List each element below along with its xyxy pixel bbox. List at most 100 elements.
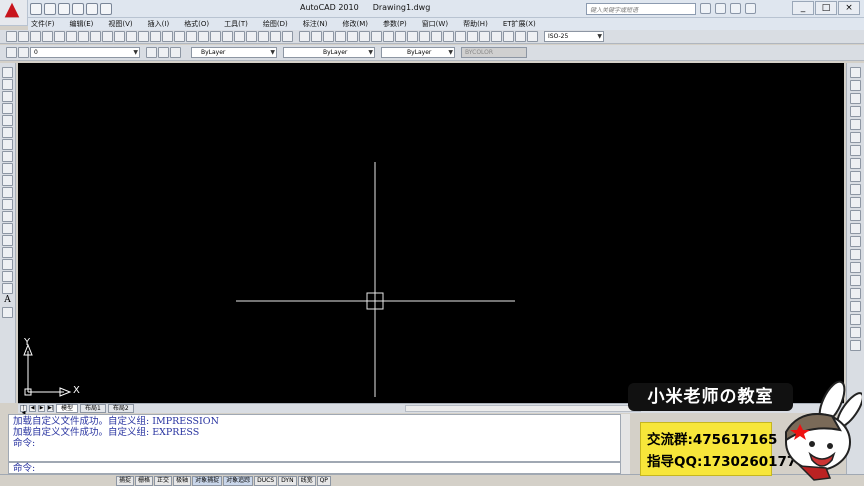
inspect-icon[interactable] <box>479 31 490 42</box>
polyline-icon[interactable] <box>2 91 13 102</box>
rectangle-icon[interactable] <box>2 115 13 126</box>
dim-angular-icon[interactable] <box>383 31 394 42</box>
save-icon[interactable] <box>58 3 70 15</box>
zoom-previous-icon[interactable] <box>210 31 221 42</box>
pan-icon[interactable] <box>174 31 185 42</box>
dim-text-edit-icon[interactable] <box>515 31 526 42</box>
insert-block-icon[interactable] <box>2 199 13 210</box>
minimize-button[interactable]: _ <box>792 1 814 15</box>
zoom-realtime-icon[interactable] <box>186 31 197 42</box>
maximize-button[interactable]: □ <box>815 1 837 15</box>
menu-item-9[interactable]: 参数(P) <box>380 19 419 29</box>
join-icon[interactable] <box>850 236 861 247</box>
layer-dropdown[interactable]: 0 ▼ <box>30 47 140 58</box>
save-icon[interactable] <box>30 31 41 42</box>
menu-item-8[interactable]: 修改(M) <box>339 19 380 29</box>
status-toggle-5[interactable]: 对象追踪 <box>223 475 254 486</box>
copy-icon[interactable] <box>102 31 113 42</box>
menu-item-10[interactable]: 窗口(W) <box>419 19 460 29</box>
menu-item-11[interactable]: 帮助(H) <box>460 19 500 29</box>
break-icon[interactable] <box>443 31 454 42</box>
explode-icon[interactable] <box>850 275 861 286</box>
construction-line-icon[interactable] <box>2 79 13 90</box>
line-icon[interactable] <box>2 67 13 78</box>
offset-icon[interactable] <box>850 106 861 117</box>
dim-radius-icon[interactable] <box>347 31 358 42</box>
calculator-icon[interactable] <box>282 31 293 42</box>
dim-jogged-icon[interactable] <box>359 31 370 42</box>
layer-previous-icon[interactable] <box>158 47 169 58</box>
express-tools-icon[interactable] <box>850 340 861 351</box>
markup-icon[interactable] <box>270 31 281 42</box>
status-toggle-1[interactable]: 栅格 <box>135 475 154 486</box>
status-toggle-8[interactable]: 线宽 <box>297 475 316 486</box>
erase-icon[interactable] <box>850 67 861 78</box>
revision-cloud-icon[interactable] <box>2 151 13 162</box>
new-icon[interactable] <box>6 31 17 42</box>
table-icon[interactable] <box>2 271 13 282</box>
block-editor-icon[interactable] <box>138 31 149 42</box>
plot-icon[interactable] <box>42 31 53 42</box>
add-selected-icon[interactable] <box>2 307 13 318</box>
lineweight-dropdown[interactable]: ByLayer ▼ <box>381 47 455 58</box>
drawing-canvas[interactable]: Y X <box>18 63 844 403</box>
quick-dim-icon[interactable] <box>395 31 406 42</box>
menu-item-12[interactable]: ET扩展(X) <box>500 19 548 29</box>
preview-icon[interactable] <box>54 31 65 42</box>
layer-walk-icon[interactable] <box>850 314 861 325</box>
scale-icon[interactable] <box>850 158 861 169</box>
plot-icon[interactable] <box>100 3 112 15</box>
properties-panel-icon[interactable] <box>850 301 861 312</box>
communication-center-icon[interactable] <box>715 3 726 14</box>
trim-icon[interactable] <box>850 184 861 195</box>
tool-palettes-icon[interactable] <box>246 31 257 42</box>
linetype-dropdown[interactable]: ByLayer ▼ <box>283 47 375 58</box>
new-file-icon[interactable] <box>30 3 42 15</box>
chamfer-icon[interactable] <box>850 249 861 260</box>
properties-icon[interactable] <box>222 31 233 42</box>
status-toggle-0[interactable]: 捕捉 <box>116 475 135 486</box>
break-at-point-icon[interactable] <box>850 210 861 221</box>
menu-item-5[interactable]: 工具(T) <box>221 19 260 29</box>
tab-nav-button-2[interactable]: ▶ <box>38 405 45 412</box>
tab-nav-button-1[interactable]: ◀ <box>29 405 36 412</box>
menu-item-7[interactable]: 标注(N) <box>300 19 340 29</box>
search-input[interactable]: 键入关键字或短语 <box>586 3 696 15</box>
dim-arc-icon[interactable] <box>323 31 334 42</box>
stretch-icon[interactable] <box>850 171 861 182</box>
tolerance-icon[interactable] <box>455 31 466 42</box>
status-toggle-3[interactable]: 极轴 <box>173 475 192 486</box>
baseline-icon[interactable] <box>407 31 418 42</box>
open-file-icon[interactable] <box>44 3 56 15</box>
help-icon[interactable] <box>745 3 756 14</box>
command-input[interactable]: 命令: <box>8 462 628 474</box>
3d-print-icon[interactable] <box>78 31 89 42</box>
status-toggle-2[interactable]: 正交 <box>154 475 173 486</box>
circle-icon[interactable] <box>2 139 13 150</box>
make-current-icon[interactable] <box>146 47 157 58</box>
menu-item-3[interactable]: 插入(I) <box>145 19 182 29</box>
region-icon[interactable] <box>2 259 13 270</box>
match-properties-icon[interactable] <box>126 31 137 42</box>
status-toggle-7[interactable]: DYN <box>278 475 297 486</box>
space-icon[interactable] <box>431 31 442 42</box>
tab-layout-1[interactable]: 布局1 <box>80 404 106 413</box>
layer-properties-icon[interactable] <box>6 47 17 58</box>
mirror-icon[interactable] <box>850 93 861 104</box>
dim-edit-icon[interactable] <box>503 31 514 42</box>
command-scrollbar[interactable] <box>620 414 630 474</box>
quick-select-icon[interactable] <box>850 327 861 338</box>
update-icon[interactable] <box>527 31 538 42</box>
make-block-icon[interactable] <box>2 211 13 222</box>
zoom-window-icon[interactable] <box>198 31 209 42</box>
ellipse-icon[interactable] <box>2 175 13 186</box>
draw-order-icon[interactable] <box>850 288 861 299</box>
tab-nav-button-0[interactable]: |◀ <box>20 405 27 416</box>
tab-nav-button-3[interactable]: ▶| <box>47 405 54 412</box>
center-mark-icon[interactable] <box>467 31 478 42</box>
copy-object-icon[interactable] <box>850 80 861 91</box>
dim-linear-icon[interactable] <box>299 31 310 42</box>
undo-icon[interactable] <box>72 3 84 15</box>
point-icon[interactable] <box>2 223 13 234</box>
favorites-star-icon[interactable] <box>730 3 741 14</box>
